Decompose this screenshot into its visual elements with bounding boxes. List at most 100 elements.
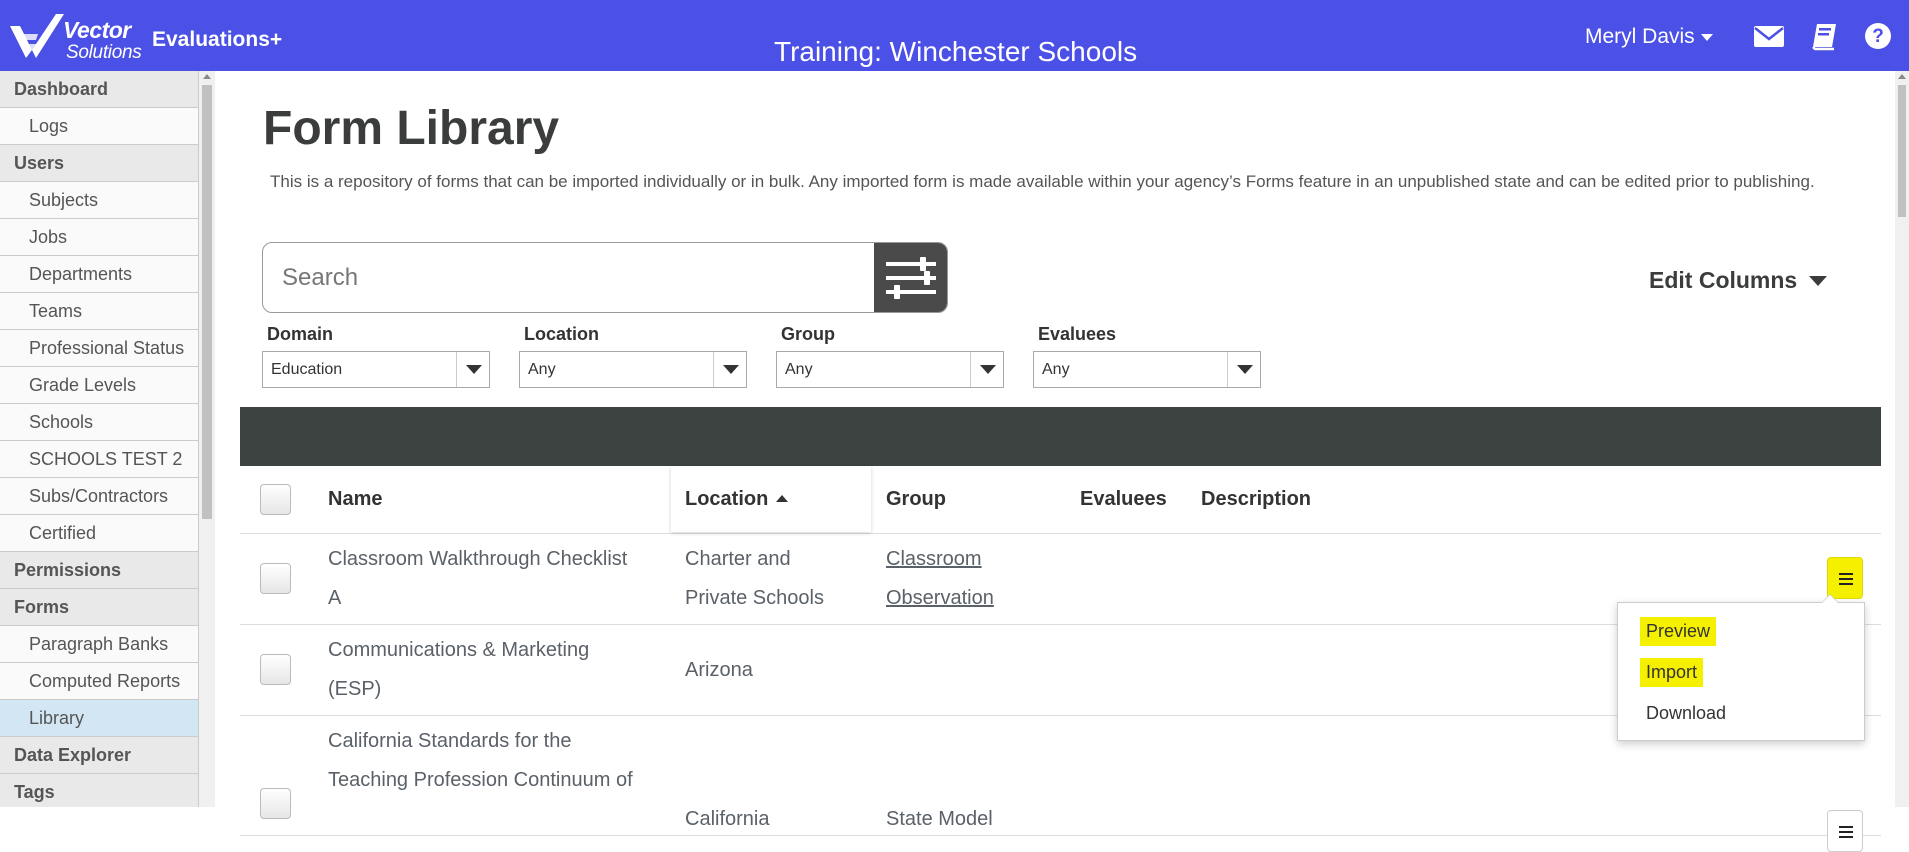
column-header-evaluees[interactable]: Evaluees [1080,488,1167,511]
group-select[interactable]: Any [776,351,1004,388]
location-select[interactable]: Any [519,351,747,388]
group-link[interactable]: Classroom Observation [886,540,994,618]
logo-text-solutions: Solutions [66,42,142,63]
filter-label: Group [781,324,835,344]
row-checkbox[interactable] [260,563,291,594]
sliders-icon [886,257,936,299]
main-scrollbar[interactable] [1895,71,1909,807]
filter-evaluees: Evaluees Any [1033,324,1261,388]
help-icon[interactable]: ? [1863,21,1895,51]
user-menu[interactable]: Meryl Davis [1585,25,1713,49]
name-line: (ESP) [328,678,382,700]
sidebar-item-professional-status[interactable]: Professional Status [0,330,198,367]
sidebar-item-paragraph-banks[interactable]: Paragraph Banks [0,626,198,663]
sidebar-item-library[interactable]: Library [0,700,198,737]
mail-icon[interactable] [1753,21,1785,51]
row-actions-button[interactable] [1827,557,1863,599]
filter-label: Domain [267,324,334,344]
filter-label: Location [524,324,599,344]
sidebar-item-schools-test-2[interactable]: SCHOOLS TEST 2 [0,441,198,478]
sidebar-item-schools[interactable]: Schools [0,404,198,441]
chevron-down-icon [1700,33,1713,41]
select-all-checkbox[interactable] [260,484,291,515]
row-checkbox[interactable] [260,654,291,685]
select-value: Any [785,361,813,378]
sidebar-item-computed-reports[interactable]: Computed Reports [0,663,198,700]
location-line: California [685,808,770,830]
row-checkbox[interactable] [260,788,291,819]
evaluees-select[interactable]: Any [1033,351,1261,388]
vector-solutions-logo[interactable]: Vector Solutions [8,8,142,63]
search-input[interactable] [263,243,875,312]
column-header-name[interactable]: Name [328,488,382,511]
group-line: State Model [886,808,993,830]
sidebar-item-certified[interactable]: Certified [0,515,198,552]
scroll-up-arrow-icon[interactable] [203,74,211,79]
group-line: Observation [886,587,994,609]
sidebar-item-jobs[interactable]: Jobs [0,219,198,256]
name-line: A [328,587,342,609]
search-box [262,242,948,313]
column-header-location[interactable]: Location [685,488,789,511]
filter-group: Group Any [776,324,1004,388]
row-actions-button[interactable] [1827,810,1863,852]
select-value: Education [271,361,343,378]
edit-columns-label: Edit Columns [1649,267,1798,293]
filter-settings-button[interactable] [874,243,947,312]
book-icon[interactable] [1808,21,1840,51]
sidebar-item-subs-contractors[interactable]: Subs/Contractors [0,478,198,515]
form-name-link[interactable]: Classroom Walkthrough Checklist A [328,540,627,618]
location-line: Arizona [685,659,753,681]
location-line: Private Schools [685,587,824,609]
select-value: Any [528,361,556,378]
sidebar-item-permissions[interactable]: Permissions [0,552,198,589]
name-line: Communications & Marketing [328,639,590,661]
sidebar-item-logs[interactable]: Logs [0,108,198,145]
svg-text:?: ? [1872,26,1884,47]
table-toolbar-band [240,407,1881,466]
page-title: Form Library [263,102,560,155]
sidebar-item-users[interactable]: Users [0,145,198,182]
domain-select[interactable]: Education [262,351,490,388]
group-line: Classroom [886,548,982,570]
filter-location: Location Any [519,324,747,388]
sidebar-item-grade-levels[interactable]: Grade Levels [0,367,198,404]
sidebar-item-teams[interactable]: Teams [0,293,198,330]
sidebar-item-dashboard[interactable]: Dashboard [0,71,198,108]
edit-columns-button[interactable]: Edit Columns [1649,267,1828,294]
scroll-up-arrow-icon[interactable] [1898,74,1906,79]
sidebar-scrollbar[interactable] [199,71,215,807]
name-line: California Standards for the [328,730,572,752]
import-menu-item[interactable]: Import [1640,658,1704,687]
sidebar-nav: Dashboard Logs Users Subjects Jobs Department… [0,71,199,807]
page-description: This is a repository of forms that can b… [270,172,1815,191]
download-menu-item[interactable]: Download [1640,699,1732,728]
sidebar-item-data-explorer[interactable]: Data Explorer [0,737,198,774]
column-header-location-label: Location [685,488,769,510]
chevron-down-icon [456,352,489,387]
preview-menu-item[interactable]: Preview [1640,617,1717,646]
logo-mark-icon [10,14,64,58]
select-value: Any [1042,361,1070,378]
sort-ascending-icon [776,495,789,502]
form-name-link[interactable]: Communications & Marketing (ESP) [328,631,589,709]
hamburger-menu-icon [1839,573,1853,585]
filter-label: Evaluees [1038,324,1117,344]
sidebar-scroll-thumb[interactable] [202,85,212,519]
sidebar-item-forms[interactable]: Forms [0,589,198,626]
app-name[interactable]: Evaluations+ [152,28,282,52]
environment-title: Training: Winchester Schools [774,36,1138,67]
filter-domain: Domain Education [262,324,490,388]
row-actions-dropdown: Preview Import Download [1617,594,1865,741]
form-name-link[interactable]: California Standards for the Teaching Pro… [328,722,633,800]
chevron-down-icon [1227,352,1260,387]
column-header-description[interactable]: Description [1201,488,1311,511]
sidebar-item-subjects[interactable]: Subjects [0,182,198,219]
location-cell: California [685,800,769,839]
chevron-down-icon [970,352,1003,387]
main-scroll-thumb[interactable] [1898,85,1906,217]
chevron-down-icon [713,352,746,387]
column-header-group[interactable]: Group [886,488,946,511]
sidebar-item-departments[interactable]: Departments [0,256,198,293]
sidebar-item-tags[interactable]: Tags [0,774,198,807]
